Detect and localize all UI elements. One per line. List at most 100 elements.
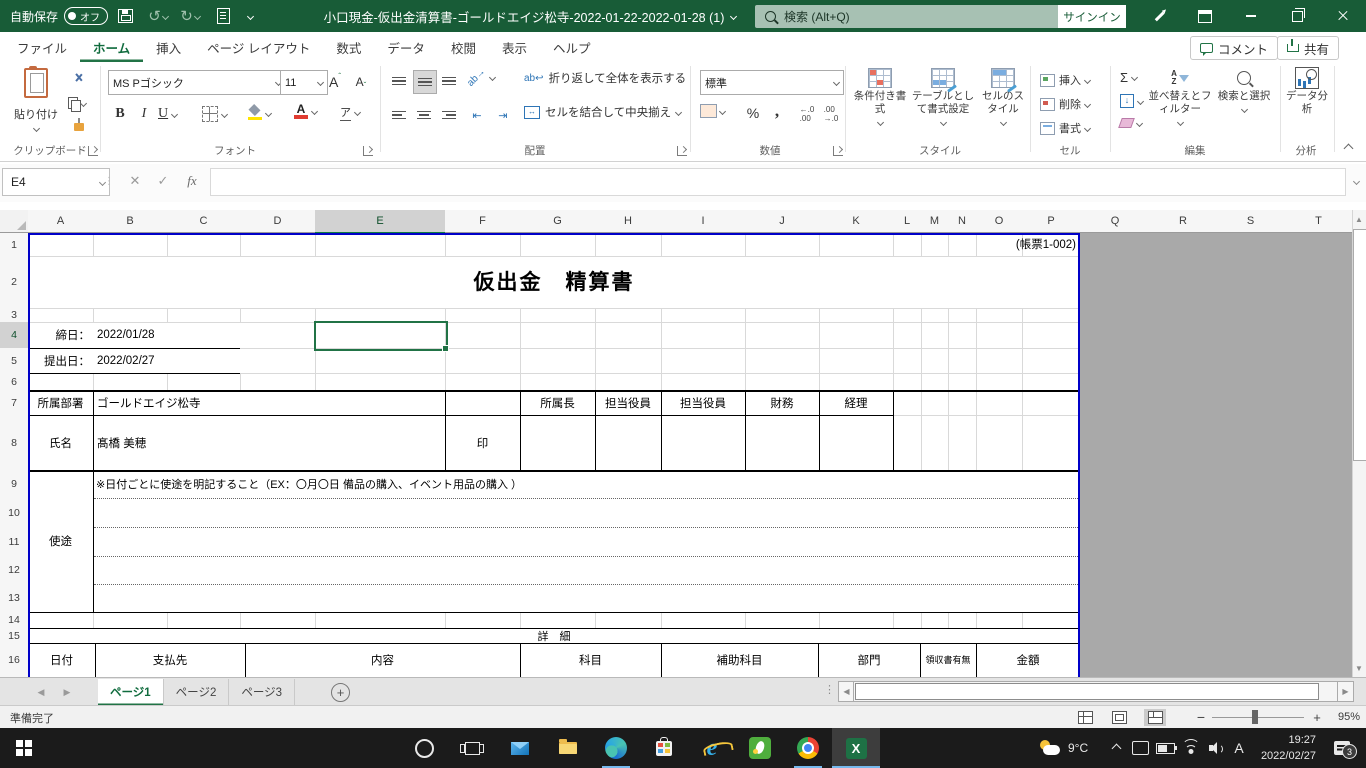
column-header-K[interactable]: K xyxy=(819,210,894,233)
sort-filter-button[interactable]: AZ 並べ替えとフィルター xyxy=(1148,66,1212,128)
column-header-H[interactable]: H xyxy=(595,210,662,233)
font-size-combo[interactable]: 11 xyxy=(280,70,328,95)
tab-insert[interactable]: 挿入 xyxy=(143,32,194,62)
row-header-5[interactable]: 5 xyxy=(0,348,29,374)
normal-view-button[interactable] xyxy=(1074,709,1096,726)
undo-button[interactable]: ↺ xyxy=(142,9,174,24)
cell-form-title[interactable]: 仮出金 精算書 xyxy=(28,258,1080,304)
row-header-2[interactable]: 2 xyxy=(0,256,29,309)
quick-access-doc-button[interactable] xyxy=(206,8,240,24)
cell-header-description[interactable]: 内容 xyxy=(245,643,520,677)
zoom-slider-track[interactable] xyxy=(1212,717,1304,718)
cell-approver-manager[interactable]: 所属長 xyxy=(520,390,595,415)
underline-button[interactable]: U xyxy=(158,102,192,126)
font-dialog-launcher[interactable] xyxy=(363,146,373,156)
ink-button[interactable] xyxy=(1140,0,1178,32)
row-header-12[interactable]: 12 xyxy=(0,556,29,585)
copy-button[interactable] xyxy=(68,94,98,112)
row-header-6[interactable]: 6 xyxy=(0,373,29,391)
start-button[interactable] xyxy=(0,728,48,768)
enter-formula-button[interactable]: ✓ xyxy=(150,168,176,194)
accounting-format-button[interactable] xyxy=(700,104,725,118)
phonetic-button[interactable]: ア xyxy=(340,104,360,121)
column-header-C[interactable]: C xyxy=(167,210,241,233)
tab-review[interactable]: 校閲 xyxy=(438,32,489,62)
alignment-dialog-launcher[interactable] xyxy=(677,146,687,156)
horizontal-scrollbar-thumb[interactable] xyxy=(855,683,1319,700)
italic-button[interactable]: I xyxy=(134,102,154,126)
row-header-3[interactable]: 3 xyxy=(0,308,29,323)
format-cells-button[interactable]: 書式 xyxy=(1040,120,1090,136)
tab-view[interactable]: 表示 xyxy=(489,32,540,62)
cell-approver-officer1[interactable]: 担当役員 xyxy=(595,390,661,415)
row-header-4[interactable]: 4 xyxy=(0,322,30,349)
name-box[interactable]: E4 xyxy=(2,168,110,196)
column-header-Q[interactable]: Q xyxy=(1080,210,1151,233)
sheet-nav-prev[interactable]: ◀ xyxy=(28,679,54,706)
tab-file[interactable]: ファイル xyxy=(4,32,80,62)
tray-battery-button[interactable] xyxy=(1152,728,1178,768)
vertical-scrollbar-thumb[interactable] xyxy=(1353,229,1366,461)
tab-formulas[interactable]: 数式 xyxy=(323,32,374,62)
percent-style-button[interactable]: % xyxy=(742,102,764,124)
data-analysis-button[interactable]: データ分析 xyxy=(1284,66,1330,116)
column-header-O[interactable]: O xyxy=(976,210,1023,233)
formula-input[interactable] xyxy=(210,168,1346,196)
column-header-M[interactable]: M xyxy=(921,210,949,233)
chrome-button[interactable] xyxy=(784,728,832,768)
comments-button[interactable]: コメント xyxy=(1190,36,1278,60)
edge-button[interactable] xyxy=(592,728,640,768)
column-header-B[interactable]: B xyxy=(93,210,168,233)
find-select-button[interactable]: 検索と選択 xyxy=(1216,66,1272,115)
cell-submit-date[interactable]: 2022/02/27 xyxy=(97,348,237,373)
expand-formula-bar-button[interactable] xyxy=(1348,168,1364,194)
cell-header-payee[interactable]: 支払先 xyxy=(95,643,245,677)
task-view-button[interactable] xyxy=(448,728,496,768)
cell-closing-date-label[interactable]: 締日： xyxy=(28,322,90,348)
scroll-up-button[interactable]: ▲ xyxy=(1352,211,1366,227)
cell-seal-label[interactable]: 印 xyxy=(445,415,520,470)
namebox-splitter[interactable]: ⋮ xyxy=(104,168,114,194)
cell-submit-date-label[interactable]: 提出日： xyxy=(28,348,90,373)
cell-department[interactable]: ゴールドエイジ松寺 xyxy=(97,390,437,415)
close-button[interactable] xyxy=(1320,0,1366,32)
paste-button[interactable]: 貼り付け xyxy=(8,66,64,142)
cell-name-label[interactable]: 氏名 xyxy=(28,415,93,470)
number-format-combo[interactable]: 標準 xyxy=(700,70,844,95)
column-header-P[interactable]: P xyxy=(1022,210,1081,233)
cortana-button[interactable] xyxy=(400,728,448,768)
insert-cells-button[interactable]: 挿入 xyxy=(1040,72,1090,88)
store-button[interactable] xyxy=(640,728,688,768)
cell-header-amount[interactable]: 金額 xyxy=(976,643,1080,677)
cancel-formula-button[interactable]: ✕ xyxy=(122,168,148,194)
zoom-slider-thumb[interactable] xyxy=(1252,710,1258,724)
fill-button[interactable]: ↓ xyxy=(1120,94,1143,108)
scroll-down-button[interactable]: ▼ xyxy=(1352,660,1366,676)
weather-widget[interactable]: 9°C xyxy=(1038,728,1088,768)
cell-styles-button[interactable]: セルのスタイル xyxy=(978,66,1028,128)
sheet-nav-next[interactable]: ▶ xyxy=(54,679,80,706)
font-color-button[interactable]: A xyxy=(294,104,317,119)
select-all-corner[interactable] xyxy=(0,210,29,233)
decrease-indent-button[interactable]: ⇤ xyxy=(466,104,488,126)
column-header-L[interactable]: L xyxy=(893,210,922,233)
column-header-S[interactable]: S xyxy=(1216,210,1286,233)
decrease-decimal-button[interactable]: .00→.0 xyxy=(820,104,842,124)
column-header-T[interactable]: T xyxy=(1285,210,1353,233)
tray-volume-button[interactable] xyxy=(1204,728,1228,768)
outside-print-area[interactable] xyxy=(1080,233,1352,677)
insert-function-button[interactable]: fx xyxy=(178,168,206,194)
row-header-9[interactable]: 9 xyxy=(0,470,29,499)
delete-cells-button[interactable]: 削除 xyxy=(1040,96,1090,112)
font-name-combo[interactable]: MS Pゴシック xyxy=(108,70,286,95)
column-header-F[interactable]: F xyxy=(445,210,521,233)
document-title-area[interactable]: 小口現金-仮出金清算書-ゴールドエイジ松寺-2022-01-22-2022-01… xyxy=(255,0,805,32)
cell-name[interactable]: 髙橋 美穂 xyxy=(97,415,397,470)
sheet-tab-page1[interactable]: ページ1 xyxy=(98,679,164,706)
tray-expand-button[interactable] xyxy=(1104,728,1128,768)
conditional-formatting-button[interactable]: 条件付き書式 xyxy=(852,66,908,128)
cell-approver-accounting[interactable]: 経理 xyxy=(819,390,893,415)
row-header-13[interactable]: 13 xyxy=(0,584,29,613)
tab-data[interactable]: データ xyxy=(374,32,438,62)
tray-tablet-button[interactable] xyxy=(1128,728,1152,768)
